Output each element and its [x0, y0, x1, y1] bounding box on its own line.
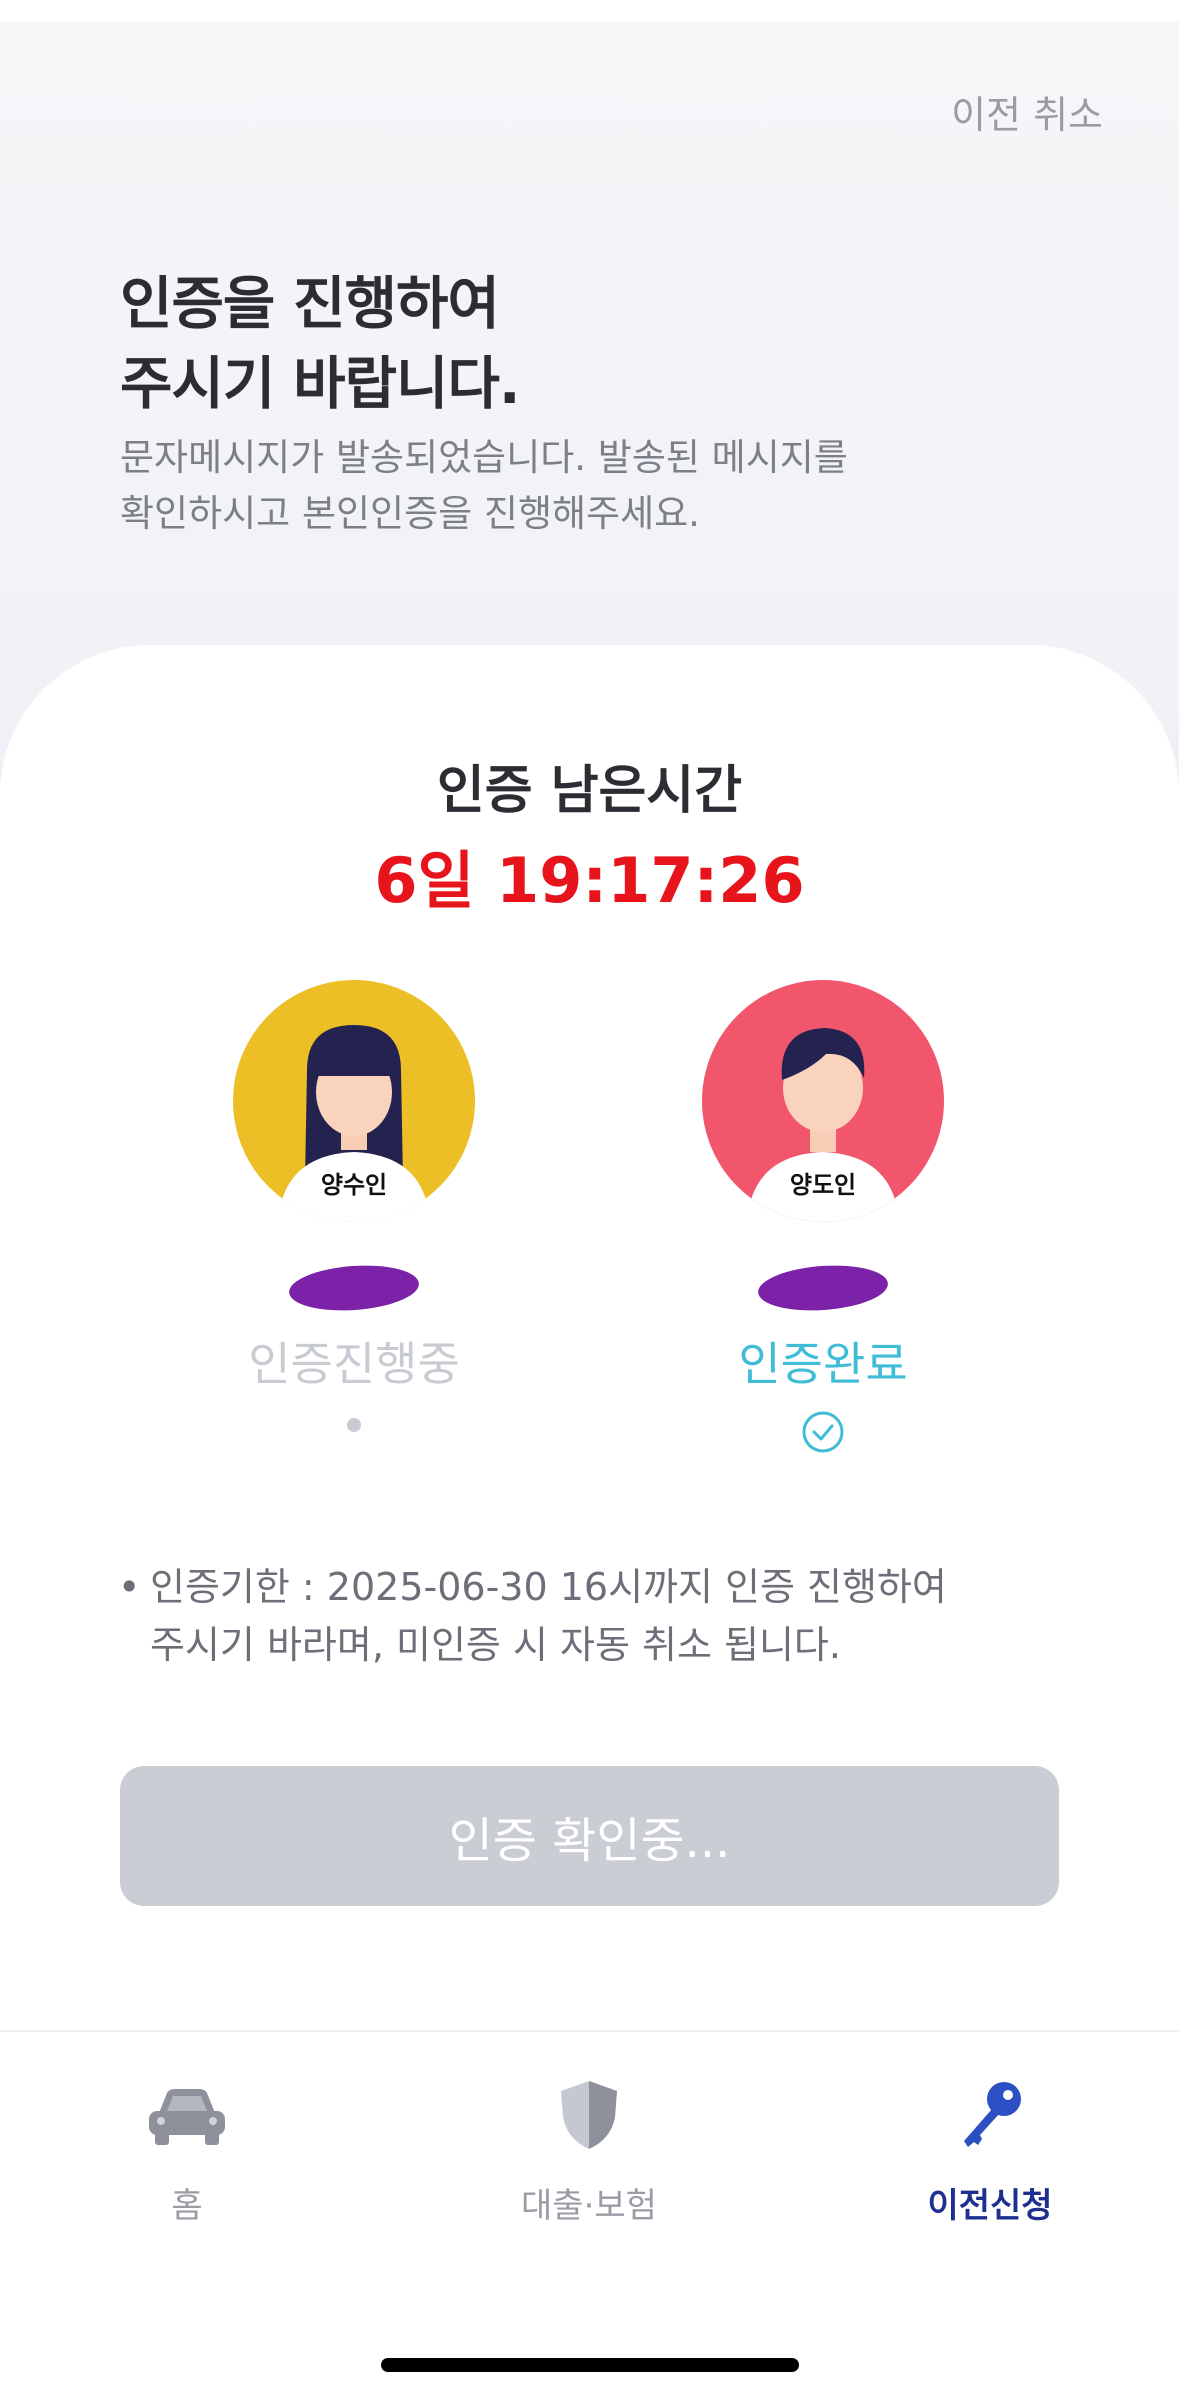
cancel-transfer-link[interactable]: 이전 취소 — [951, 84, 1103, 139]
pending-dot-icon — [347, 1418, 361, 1432]
tab-home-label: 홈 — [171, 2186, 203, 2226]
key-icon — [964, 2082, 1021, 2147]
role-label-seller: 양도인 — [789, 1171, 857, 1199]
tab-home[interactable]: 홈 — [67, 2070, 307, 2227]
remaining-time: 6일 19:17:26 — [374, 844, 805, 917]
verification-check-button[interactable]: 인증 확인중... — [120, 1766, 1059, 1906]
tab-transfer-request-label: 이전신청 — [927, 2186, 1053, 2226]
subtitle-line-1: 문자메시지가 발송되었습니다. 발송된 메시지를 — [120, 436, 848, 479]
title-line-2: 주시기 바랍니다. — [120, 351, 521, 417]
page-title: 인증을 진행하여 주시기 바랍니다. — [120, 264, 521, 424]
tab-transfer-request[interactable]: 이전신청 — [870, 2070, 1110, 2227]
party-seller: 양도인 인증완료 — [693, 980, 953, 1458]
party-buyer: 양수인 인증진행중 — [224, 980, 484, 1432]
subtitle-line-2: 확인하시고 본인인증을 진행해주세요. — [120, 492, 700, 535]
status-bar-area — [0, 0, 1179, 22]
check-circle-icon — [802, 1411, 844, 1453]
tab-loan-insurance[interactable]: 대출·보험 — [469, 2070, 709, 2227]
role-label-buyer: 양수인 — [320, 1171, 388, 1199]
shield-icon — [561, 2081, 617, 2149]
deadline-notice: • 인증기한 : 2025-06-30 16시까지 인증 진행하여 주시기 바라… — [118, 1558, 947, 1674]
title-line-1: 인증을 진행하여 — [120, 271, 500, 337]
page-subtitle: 문자메시지가 발송되었습니다. 발송된 메시지를 확인하시고 본인인증을 진행해… — [120, 430, 848, 542]
notice-bullet: • — [118, 1565, 141, 1609]
redacted-name-buyer — [287, 1261, 421, 1315]
status-buyer: 인증진행중 — [248, 1337, 460, 1391]
avatar-buyer: 양수인 — [233, 980, 475, 1222]
notice-line-1: 인증기한 : 2025-06-30 16시까지 인증 진행하여 — [150, 1565, 947, 1609]
home-indicator[interactable] — [381, 2358, 799, 2372]
car-icon — [149, 2089, 225, 2145]
notice-line-2: 주시기 바라며, 미인증 시 자동 취소 됩니다. — [150, 1623, 841, 1667]
tab-loan-insurance-label: 대출·보험 — [521, 2186, 657, 2226]
tabbar-divider — [0, 2030, 1179, 2032]
avatar-seller: 양도인 — [702, 980, 944, 1222]
status-seller: 인증완료 — [738, 1337, 908, 1391]
redacted-name-seller — [756, 1261, 890, 1315]
timer-label: 인증 남은시간 — [436, 761, 743, 821]
